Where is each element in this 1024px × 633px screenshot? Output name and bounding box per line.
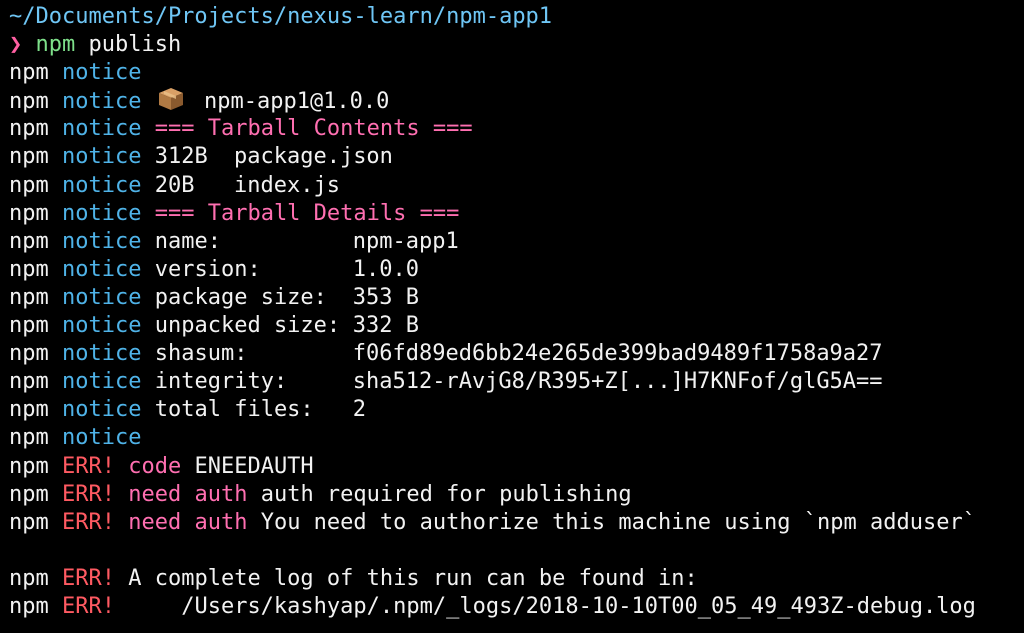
npm-token: npm xyxy=(9,593,49,619)
output-line-detail: npm notice unpacked size: 332 B xyxy=(9,312,1024,340)
notice-token: notice xyxy=(62,144,142,170)
command-argument: publish xyxy=(88,32,182,58)
npm-token: npm xyxy=(9,200,49,226)
detail-value: 1.0.0 xyxy=(352,256,419,282)
npm-token: npm xyxy=(9,228,49,254)
npm-token: npm xyxy=(9,172,49,198)
error-message: auth required for publishing xyxy=(260,481,632,507)
notice-token: notice xyxy=(62,172,142,198)
notice-token: notice xyxy=(62,60,142,86)
output-line-detail: npm notice version: 1.0.0 xyxy=(9,256,1024,284)
detail-key: shasum: xyxy=(154,341,248,367)
notice-token: notice xyxy=(62,228,142,254)
need-auth-label: need auth xyxy=(128,509,248,535)
notice-token: notice xyxy=(62,116,142,142)
npm-token: npm xyxy=(9,144,49,170)
error-line-auth: npm ERR! need auth You need to authorize… xyxy=(9,509,1024,537)
detail-key: integrity: xyxy=(154,369,288,395)
detail-key: package size: xyxy=(154,284,327,310)
file-name: index.js xyxy=(233,172,340,198)
err-token: ERR! xyxy=(62,565,115,591)
prompt-command-line: ❯ npm publish xyxy=(9,31,1024,59)
output-line-detail: npm notice shasum: f06fd89ed6bb24e265de39… xyxy=(9,340,1024,368)
error-line-log-path: npm ERR! /Users/kashyap/.npm/_logs/2018-… xyxy=(9,593,1024,621)
notice-token: notice xyxy=(62,369,142,395)
detail-key: unpacked size: xyxy=(154,313,341,339)
package-name-version: npm-app1@1.0.0 xyxy=(203,89,390,115)
detail-key: version: xyxy=(154,256,261,282)
output-line-detail: npm notice package size: 353 B xyxy=(9,284,1024,312)
log-intro-text: A complete log of this run can be found … xyxy=(128,565,698,591)
npm-token: npm xyxy=(9,453,49,479)
npm-token: npm xyxy=(9,565,49,591)
file-name: package.json xyxy=(233,144,393,170)
output-line-file: npm notice 312B package.json xyxy=(9,143,1024,171)
output-line-detail: npm notice name: npm-app1 xyxy=(9,228,1024,256)
err-token: ERR! xyxy=(62,593,115,619)
npm-token: npm xyxy=(9,284,49,310)
output-line-package: npm notice npm-app1@1.0.0 xyxy=(9,87,1024,115)
notice-token: notice xyxy=(62,89,142,115)
npm-token: npm xyxy=(9,341,49,367)
npm-token: npm xyxy=(9,116,49,142)
output-line-file: npm notice 20B index.js xyxy=(9,172,1024,200)
prompt-path-line: ~/Documents/Projects/nexus-learn/npm-app… xyxy=(9,3,1024,31)
detail-key: total files: xyxy=(154,397,314,423)
npm-token: npm xyxy=(9,397,49,423)
notice-token: notice xyxy=(62,256,142,282)
detail-value: sha512-rAvjG8/R395+Z[...]H7KNFof/glG5A== xyxy=(352,369,883,395)
detail-value: 353 B xyxy=(352,284,419,310)
notice-token: notice xyxy=(62,200,142,226)
error-code-label: code xyxy=(128,453,182,479)
log-file-path: /Users/kashyap/.npm/_logs/2018-10-10T00_… xyxy=(128,593,976,619)
output-line: npm notice xyxy=(9,59,1024,87)
npm-token: npm xyxy=(9,89,49,115)
tarball-details-header: === Tarball Details === xyxy=(154,200,460,226)
file-size: 312B xyxy=(154,144,208,170)
notice-token: notice xyxy=(62,284,142,310)
err-token: ERR! xyxy=(62,509,115,535)
need-auth-label: need auth xyxy=(128,481,248,507)
err-token: ERR! xyxy=(62,453,115,479)
detail-value: npm-app1 xyxy=(352,228,459,254)
npm-token: npm xyxy=(9,313,49,339)
notice-token: notice xyxy=(62,313,142,339)
error-line-auth: npm ERR! need auth auth required for pub… xyxy=(9,481,1024,509)
output-line: npm notice xyxy=(9,424,1024,452)
current-directory-path: ~/Documents/Projects/nexus-learn/npm-app… xyxy=(9,4,553,29)
prompt-symbol: ❯ xyxy=(9,32,23,58)
output-line-detail: npm notice integrity: sha512-rAvjG8/R395+… xyxy=(9,368,1024,396)
error-message: You need to authorize this machine using… xyxy=(260,509,976,535)
error-line-log: npm ERR! A complete log of this run can … xyxy=(9,565,1024,593)
output-line-detail: npm notice total files: 2 xyxy=(9,396,1024,424)
command-name: npm xyxy=(35,32,76,58)
err-token: ERR! xyxy=(62,481,115,507)
detail-value: 2 xyxy=(352,397,366,423)
notice-token: notice xyxy=(62,341,142,367)
detail-value: f06fd89ed6bb24e265de399bad9489f1758a9a27 xyxy=(352,341,883,367)
npm-token: npm xyxy=(9,256,49,282)
npm-token: npm xyxy=(9,60,49,86)
notice-token: notice xyxy=(62,425,142,451)
notice-token: notice xyxy=(62,397,142,423)
detail-key: name: xyxy=(154,228,221,254)
terminal-window[interactable]: ~/Documents/Projects/nexus-learn/npm-app… xyxy=(0,0,1024,633)
file-size: 20B xyxy=(154,172,195,198)
npm-token: npm xyxy=(9,369,49,395)
tarball-contents-header: === Tarball Contents === xyxy=(154,116,473,142)
npm-token: npm xyxy=(9,425,49,451)
npm-token: npm xyxy=(9,509,49,535)
npm-token: npm xyxy=(9,481,49,507)
output-line-details-header: npm notice === Tarball Details === xyxy=(9,200,1024,228)
output-line-contents-header: npm notice === Tarball Contents === xyxy=(9,115,1024,143)
detail-value: 332 B xyxy=(352,313,419,339)
error-line-code: npm ERR! code ENEEDAUTH xyxy=(9,453,1024,481)
error-code-value: ENEEDAUTH xyxy=(194,453,314,479)
